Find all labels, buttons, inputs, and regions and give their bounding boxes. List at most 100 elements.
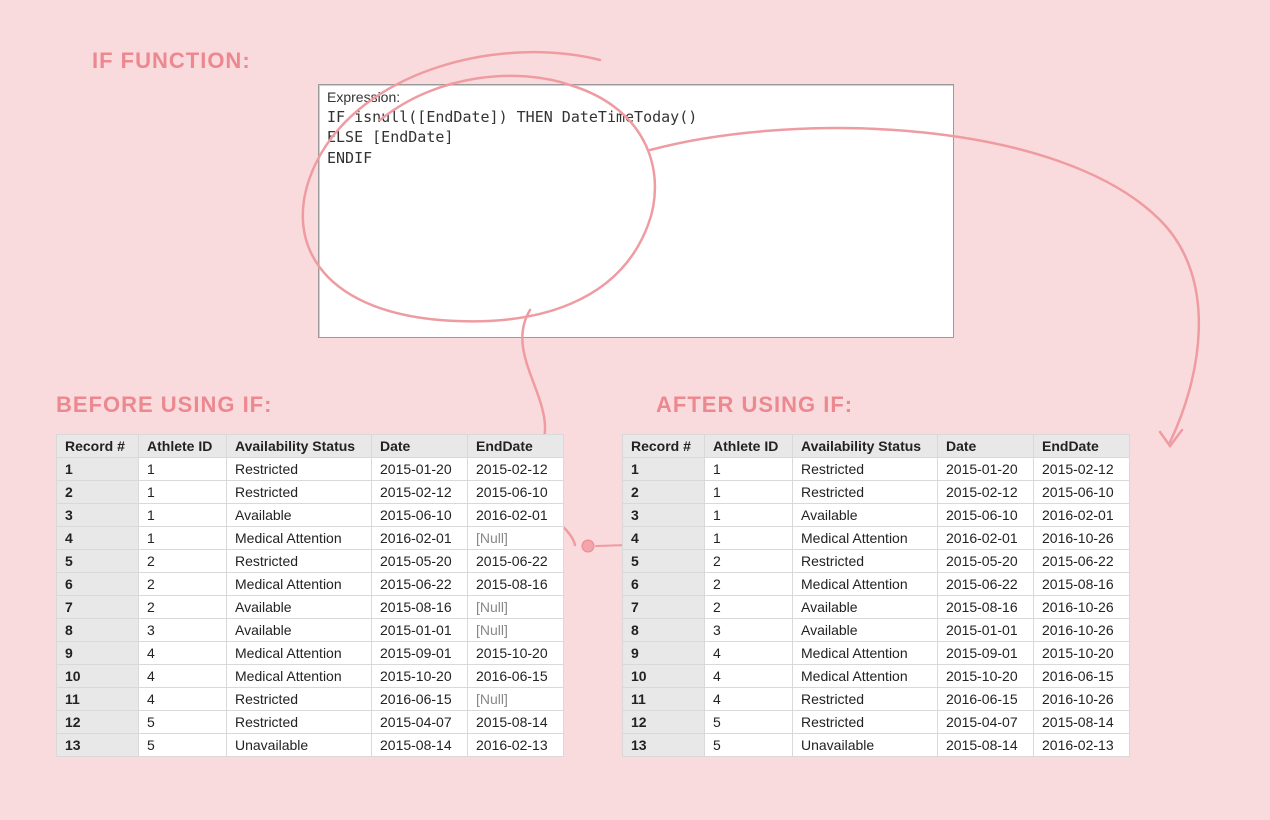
table-row: 31Available2015-06-102016-02-01 [623,504,1130,527]
table-cell: 2016-02-01 [1034,504,1130,527]
table-cell: [Null] [468,596,564,619]
table-row: 94Medical Attention2015-09-012015-10-20 [57,642,564,665]
table-cell: Medical Attention [793,665,938,688]
table-cell: 2015-08-14 [938,734,1034,757]
table-row: 72Available2015-08-16[Null] [57,596,564,619]
table-cell: Unavailable [227,734,372,757]
table-cell: 1 [139,481,227,504]
table-cell: 2016-06-15 [1034,665,1130,688]
table-cell: Medical Attention [227,527,372,550]
table-row: 114Restricted2016-06-152016-10-26 [623,688,1130,711]
table-row: 62Medical Attention2015-06-222015-08-16 [623,573,1130,596]
table-row: 135Unavailable2015-08-142016-02-13 [57,734,564,757]
table-cell: 2015-08-16 [372,596,468,619]
table-row: 125Restricted2015-04-072015-08-14 [623,711,1130,734]
table-row: 62Medical Attention2015-06-222015-08-16 [57,573,564,596]
table-cell: 1 [139,527,227,550]
table-row: 114Restricted2016-06-15[Null] [57,688,564,711]
table-cell: Restricted [793,481,938,504]
table-cell: 12 [57,711,139,734]
table-cell: 1 [705,458,793,481]
table-cell: 2015-09-01 [372,642,468,665]
table-cell: 2015-02-12 [1034,458,1130,481]
table-cell: 2016-02-13 [468,734,564,757]
table-cell: 12 [623,711,705,734]
table-cell: 2016-10-26 [1034,596,1130,619]
table-cell: 10 [623,665,705,688]
table-cell: 2015-08-14 [468,711,564,734]
table-cell: Available [227,619,372,642]
table-cell: 2015-04-07 [372,711,468,734]
expression-line-1: IF isnull([EndDate]) THEN DateTimeToday(… [327,108,697,126]
table-cell: 1 [705,527,793,550]
table-row: 94Medical Attention2015-09-012015-10-20 [623,642,1130,665]
table-cell: 7 [57,596,139,619]
table-cell: 2015-01-20 [372,458,468,481]
col-date: Date [372,435,468,458]
table-cell: 2015-06-10 [938,504,1034,527]
table-row: 41Medical Attention2016-02-012016-10-26 [623,527,1130,550]
table-cell: 3 [623,504,705,527]
table-cell: 4 [139,642,227,665]
table-cell: 2 [705,573,793,596]
before-table: Record # Athlete ID Availability Status … [56,434,564,757]
table-cell: 13 [623,734,705,757]
table-row: 11Restricted2015-01-202015-02-12 [623,458,1130,481]
table-cell: 2015-05-20 [938,550,1034,573]
table-cell: [Null] [468,688,564,711]
table-cell: 2 [139,573,227,596]
table-cell: [Null] [468,619,564,642]
table-cell: 2 [139,596,227,619]
table-cell: 2015-10-20 [372,665,468,688]
table-cell: 4 [705,642,793,665]
table-cell: 2 [705,550,793,573]
table-cell: 6 [57,573,139,596]
table-row: 135Unavailable2015-08-142016-02-13 [623,734,1130,757]
table-cell: 4 [57,527,139,550]
heading-if-function: IF FUNCTION: [92,48,251,74]
table-cell: Restricted [793,711,938,734]
table-cell: Medical Attention [227,665,372,688]
table-cell: 2016-10-26 [1034,527,1130,550]
table-cell: 4 [139,665,227,688]
table-cell: 2015-06-22 [1034,550,1130,573]
table-cell: 5 [139,711,227,734]
table-cell: 8 [57,619,139,642]
table-cell: 2015-06-10 [468,481,564,504]
table-cell: 2015-08-14 [1034,711,1130,734]
table-cell: 2016-02-01 [468,504,564,527]
table-cell: 2015-01-01 [938,619,1034,642]
table-cell: 2015-02-12 [938,481,1034,504]
table-cell: 5 [705,734,793,757]
table-cell: Restricted [227,458,372,481]
table-cell: 2015-06-22 [372,573,468,596]
table-row: 104Medical Attention2015-10-202016-06-15 [623,665,1130,688]
after-table: Record # Athlete ID Availability Status … [622,434,1130,757]
table-cell: 2016-02-13 [1034,734,1130,757]
expression-line-3: ENDIF [327,149,372,167]
table-cell: 4 [705,688,793,711]
table-cell: 2016-02-01 [372,527,468,550]
table-cell: 2015-01-20 [938,458,1034,481]
expression-box: Expression: IF isnull([EndDate]) THEN Da… [318,84,954,338]
table-cell: Restricted [227,481,372,504]
table-cell: 9 [57,642,139,665]
table-cell: 2015-06-10 [372,504,468,527]
table-cell: Restricted [227,711,372,734]
table-cell: Medical Attention [793,573,938,596]
table-cell: Restricted [793,550,938,573]
col-enddate: EndDate [468,435,564,458]
table-cell: 2015-01-01 [372,619,468,642]
col-athlete: Athlete ID [139,435,227,458]
table-cell: 1 [139,458,227,481]
table-cell: 2015-06-22 [938,573,1034,596]
table-cell: 4 [623,527,705,550]
col-status: Availability Status [793,435,938,458]
table-cell: 2016-02-01 [938,527,1034,550]
table-cell: 5 [57,550,139,573]
table-cell: 3 [705,619,793,642]
table-cell: 2016-06-15 [468,665,564,688]
table-cell: 11 [57,688,139,711]
table-row: 125Restricted2015-04-072015-08-14 [57,711,564,734]
table-cell: Unavailable [793,734,938,757]
